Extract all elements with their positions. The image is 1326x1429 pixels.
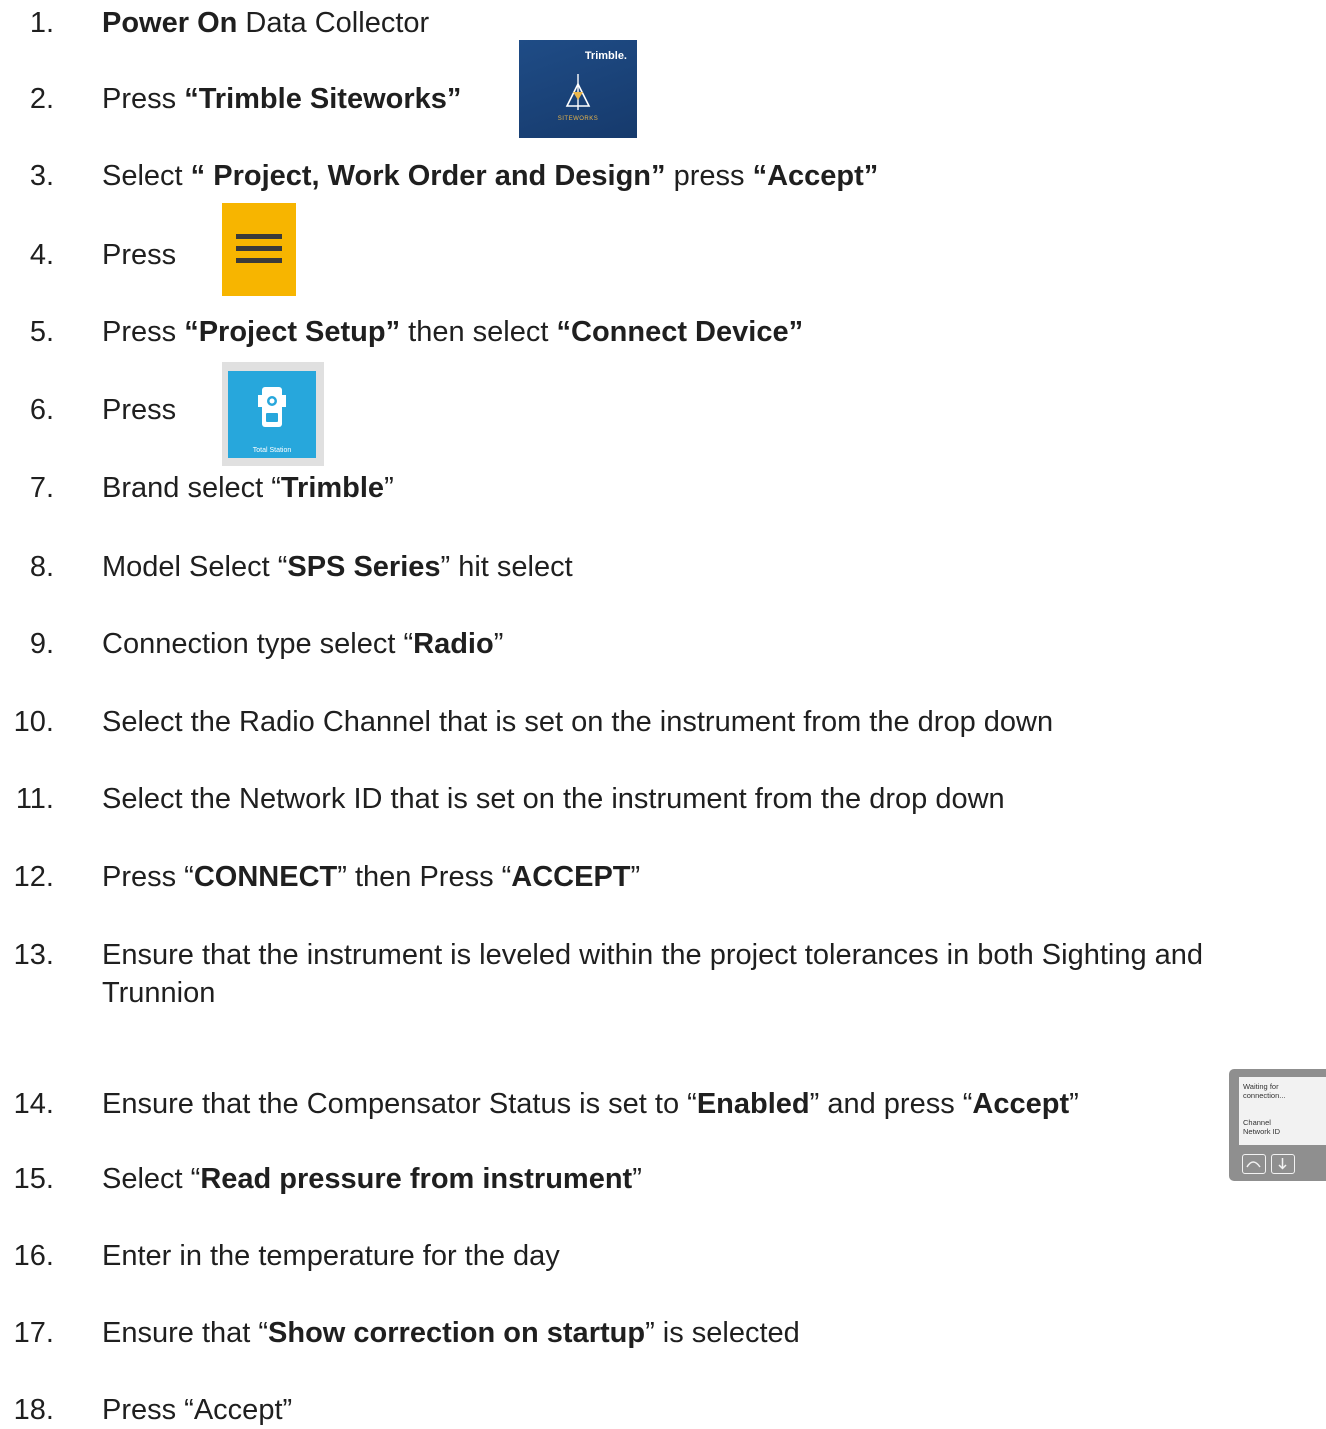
- step-text: Ensure that the Compensator Status is se…: [102, 1085, 1079, 1123]
- display-line-1: Waiting for: [1243, 1082, 1279, 1091]
- step-plain-text: ”: [1069, 1088, 1079, 1120]
- step-bold-text: Power On: [102, 7, 238, 39]
- step-plain-text: ”: [384, 472, 394, 504]
- step-plain-text: ”: [632, 1163, 642, 1195]
- step-plain-text: Select “: [102, 1163, 201, 1195]
- total-station-caption: Total Station: [252, 447, 292, 454]
- step-plain-text: ”: [493, 628, 504, 660]
- step-text: Select the Network ID that is set on the…: [102, 780, 1005, 818]
- step-bold-text: “Accept”: [752, 160, 879, 192]
- hamburger-menu-icon: [222, 203, 296, 296]
- step-plain-text: Press: [102, 83, 185, 115]
- step-text: Power On Data Collector: [102, 4, 429, 42]
- step-number: 18.: [13, 1394, 54, 1426]
- step-plain-text: Model Select “: [102, 551, 288, 583]
- total-station-icon: Total Station: [228, 371, 316, 458]
- step-number: 16.: [13, 1240, 54, 1272]
- step-text: Press “Project Setup” then select “Conne…: [102, 313, 803, 351]
- step-plain-text: Connection type select “: [102, 628, 414, 660]
- step-text: Model Select “SPS Series” hit select: [102, 548, 573, 586]
- step-bold-text: Trimble: [280, 472, 385, 504]
- step-number: 8.: [29, 551, 54, 583]
- step-number: 1.: [29, 7, 54, 39]
- step-plain-text: Press: [102, 316, 185, 348]
- step-text: Press “Accept”: [102, 1391, 292, 1429]
- step-plain-text: Press “Accept”: [102, 1394, 293, 1426]
- step-bold-text: Enabled: [696, 1088, 810, 1120]
- total-station-device-icon: [258, 387, 286, 427]
- down-arrow-icon: [1278, 1158, 1287, 1170]
- step-plain-text: Data Collector: [237, 7, 430, 39]
- step-plain-text: ” hit select: [440, 551, 573, 583]
- step-number: 7.: [29, 472, 54, 504]
- step-number: 12.: [13, 861, 54, 893]
- step-plain-text: ” then Press “: [337, 861, 512, 893]
- step-plain-text: Brand select “: [102, 472, 281, 504]
- step-plain-text: then select: [400, 316, 557, 348]
- step-number: 9.: [29, 628, 54, 660]
- step-plain-text: Select the Network ID that is set on the…: [102, 783, 1005, 815]
- step-number: 17.: [13, 1317, 54, 1349]
- step-text: Press “CONNECT” then Press “ACCEPT”: [102, 858, 640, 896]
- instrument-display-panel: Waiting for connection... Channel Networ…: [1229, 1069, 1326, 1181]
- step-bold-text: Radio: [413, 628, 494, 660]
- step-number: 13.: [13, 939, 54, 971]
- step-text: Ensure that the instrument is leveled wi…: [102, 936, 1203, 1012]
- total-station-icon-frame: Total Station: [222, 362, 324, 466]
- step-number: 3.: [29, 160, 54, 192]
- step-bold-text: “Trimble Siteworks”: [184, 83, 462, 115]
- step-text: Press: [102, 236, 176, 274]
- instrument-screen: Waiting for connection... Channel Networ…: [1239, 1077, 1326, 1145]
- display-line-2: connection...: [1243, 1091, 1286, 1100]
- step-plain-text: Press: [102, 394, 177, 426]
- step-text: Press: [102, 391, 176, 429]
- curve-arrow-icon: [1246, 1161, 1261, 1168]
- step-bold-text: SPS Series: [287, 551, 441, 583]
- step-plain-text: Press “: [102, 861, 194, 893]
- display-line-3: Channel: [1243, 1118, 1271, 1127]
- step-text: Connection type select “Radio”: [102, 625, 503, 663]
- step-plain-text: Enter in the temperature for the day: [102, 1240, 560, 1272]
- step-number: 15.: [13, 1163, 54, 1195]
- step-bold-text: Accept: [972, 1088, 1070, 1120]
- step-plain-text: Press: [102, 239, 177, 271]
- step-number: 4.: [29, 239, 54, 271]
- step-plain-text: ” and press “: [809, 1088, 973, 1120]
- step-text: Press “Trimble Siteworks”: [102, 80, 461, 118]
- step-text: Select “Read pressure from instrument”: [102, 1160, 642, 1198]
- step-plain-text: ”: [630, 861, 641, 893]
- trimble-siteworks-icon: Trimble. SITEWORKS: [519, 40, 637, 138]
- step-text: Enter in the temperature for the day: [102, 1237, 560, 1275]
- step-bold-text: “Project Setup”: [184, 316, 401, 348]
- step-plain-text: Ensure that the instrument is leveled wi…: [102, 939, 1204, 971]
- step-text: Brand select “Trimble”: [102, 469, 394, 507]
- step-plain-text: Ensure that “: [102, 1317, 269, 1349]
- step-number: 5.: [29, 316, 54, 348]
- step-bold-text: Read pressure from instrument: [200, 1163, 633, 1195]
- step-bold-text: “ Project, Work Order and Design”: [190, 160, 666, 192]
- step-plain-text: press: [665, 160, 753, 192]
- siteworks-triangle-icon: [565, 74, 591, 110]
- step-text: Select the Radio Channel that is set on …: [102, 703, 1053, 741]
- instrument-down-key: [1271, 1154, 1295, 1174]
- step-plain-text: ” is selected: [645, 1317, 800, 1349]
- step-number: 6.: [29, 394, 54, 426]
- step-number: 10.: [13, 706, 54, 738]
- step-text: Select “ Project, Work Order and Design”…: [102, 157, 878, 195]
- step-plain-text: Select the Radio Channel that is set on …: [102, 706, 1054, 738]
- step-continuation-text: Trunnion: [102, 977, 216, 1009]
- instrument-curve-key: [1242, 1154, 1266, 1174]
- step-bold-text: CONNECT: [193, 861, 338, 893]
- step-bold-text: Show correction on startup: [268, 1317, 646, 1349]
- step-plain-text: Select: [102, 160, 191, 192]
- step-text: Ensure that “Show correction on startup”…: [102, 1314, 800, 1352]
- step-number: 11.: [15, 783, 54, 815]
- display-line-4: Network ID: [1243, 1127, 1281, 1136]
- step-plain-text: Ensure that the Compensator Status is se…: [102, 1088, 697, 1120]
- step-bold-text: “Connect Device”: [556, 316, 804, 348]
- step-number: 14.: [13, 1088, 54, 1120]
- step-bold-text: ACCEPT: [511, 861, 631, 893]
- siteworks-subtitle: SITEWORKS: [557, 116, 599, 122]
- step-number: 2.: [29, 83, 54, 115]
